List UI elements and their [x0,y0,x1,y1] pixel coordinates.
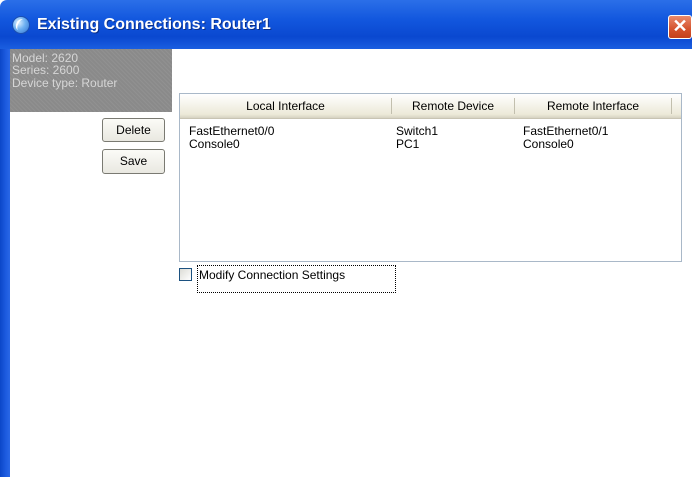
column-header-local-interface[interactable]: Local Interface [180,94,391,118]
app-swirl-icon [12,16,30,34]
device-info-panel: Model: 2620 Series: 2600 Device type: Ro… [10,49,172,112]
device-series: Series: 2600 [12,63,80,77]
table-row[interactable]: FastEthernet0/0 Switch1 FastEthernet0/1 [180,125,681,138]
modify-connection-settings-label[interactable]: Modify Connection Settings [197,265,396,293]
column-header-remote-interface[interactable]: Remote Interface [515,94,671,118]
modify-connection-settings-checkbox[interactable] [179,268,192,281]
close-icon: ✕ [672,16,688,36]
close-button[interactable]: ✕ [668,15,692,39]
connections-list[interactable]: Local Interface Remote Device Remote Int… [179,93,682,262]
delete-button[interactable]: Delete [102,118,165,142]
column-header-remote-device[interactable]: Remote Device [392,94,514,118]
existing-connections-window: Existing Connections: Router1 ✕ Model: 2… [0,0,692,477]
cell-remote-interface: Console0 [523,137,574,151]
connections-list-header: Local Interface Remote Device Remote Int… [180,94,681,119]
window-left-border [0,49,10,477]
column-separator [671,98,672,114]
device-type: Device type: Router [12,76,118,90]
save-button[interactable]: Save [102,149,165,174]
cell-remote-device: PC1 [396,137,420,151]
table-row[interactable]: Console0 PC1 Console0 [180,138,681,151]
window-title: Existing Connections: Router1 [37,16,271,33]
cell-local-interface: Console0 [189,137,240,151]
title-bar[interactable]: Existing Connections: Router1 ✕ [0,0,692,49]
